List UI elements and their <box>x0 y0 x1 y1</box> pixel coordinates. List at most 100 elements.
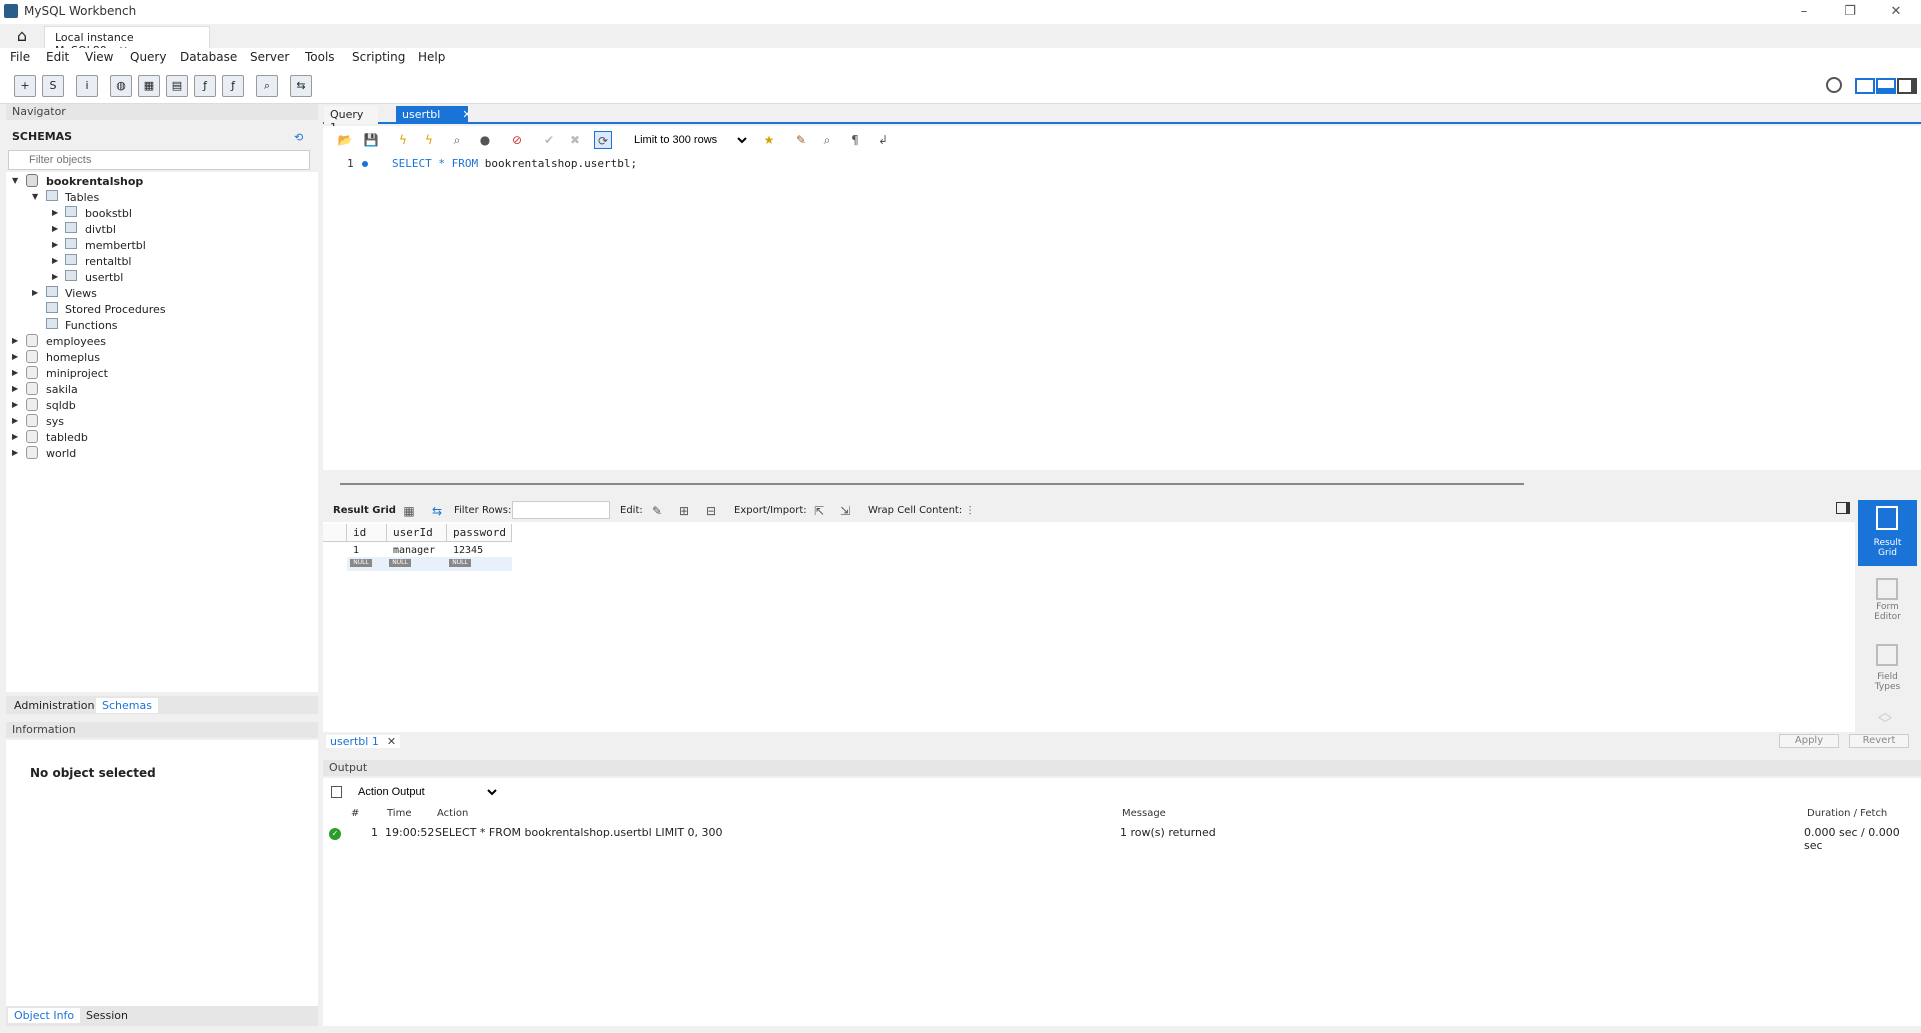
open-file-icon[interactable]: 📂 <box>336 131 354 149</box>
minimize-button[interactable]: – <box>1784 2 1824 22</box>
find-icon[interactable]: ⌕ <box>818 131 836 149</box>
close-button[interactable]: ✕ <box>1876 2 1916 22</box>
collapsed-arrow-icon[interactable]: ▶ <box>12 353 20 361</box>
delete-row-icon[interactable]: ⊟ <box>702 502 720 520</box>
menu-server[interactable]: Server <box>250 50 289 64</box>
export-icon[interactable]: ⇱ <box>810 502 828 520</box>
column-header-userid[interactable]: userId <box>387 524 447 542</box>
menu-scripting[interactable]: Scripting <box>352 50 405 64</box>
copy-icon[interactable] <box>331 786 342 798</box>
apply-button[interactable]: Apply <box>1779 734 1839 748</box>
open-sql-script-icon[interactable]: S <box>42 75 64 97</box>
execute-current-icon[interactable]: ϟ <box>420 131 438 149</box>
schema-world[interactable]: world <box>46 447 76 460</box>
toggle-panel-icon[interactable] <box>1836 502 1850 514</box>
collapsed-arrow-icon[interactable]: ▶ <box>12 385 20 393</box>
home-icon[interactable]: ⌂ <box>10 25 34 47</box>
menu-query[interactable]: Query <box>130 50 166 64</box>
schema-sys[interactable]: sys <box>46 415 64 428</box>
collapsed-arrow-icon[interactable]: ▶ <box>12 401 20 409</box>
sql-editor[interactable] <box>323 154 1921 470</box>
filter-objects-input[interactable] <box>8 150 310 170</box>
collapsed-arrow-icon[interactable]: ▶ <box>12 337 20 345</box>
tab-usertbl[interactable]: usertbl ✕ <box>396 106 472 124</box>
close-icon[interactable]: ✕ <box>387 735 396 748</box>
schema-homeplus[interactable]: homeplus <box>46 351 100 364</box>
collapsed-arrow-icon[interactable]: ▶ <box>52 257 60 265</box>
collapsed-arrow-icon[interactable]: ▶ <box>12 433 20 441</box>
column-header-password[interactable]: password <box>447 524 512 542</box>
tab-query-1[interactable]: Query 1 <box>324 106 378 134</box>
toggle-error-icon[interactable]: ⊘ <box>508 131 526 149</box>
edit-row-icon[interactable]: ✎ <box>648 502 666 520</box>
schema-sqldb[interactable]: sqldb <box>46 399 76 412</box>
toggle-sidebar-icon[interactable] <box>1855 78 1875 94</box>
new-sql-tab-icon[interactable]: + <box>14 75 36 97</box>
menu-file[interactable]: File <box>10 50 30 64</box>
expanded-arrow-icon[interactable]: ▼ <box>12 177 20 185</box>
tab-object-info[interactable]: Object Info <box>8 1008 81 1023</box>
table-membertbl[interactable]: membertbl <box>85 239 146 252</box>
refresh-icon[interactable]: ⟲ <box>294 131 303 144</box>
views-folder[interactable]: Views <box>65 287 97 300</box>
close-icon[interactable]: ✕ <box>462 108 471 121</box>
collapsed-arrow-icon[interactable]: ▶ <box>12 449 20 457</box>
schema-miniproject[interactable]: miniproject <box>46 367 108 380</box>
output-row-action[interactable]: SELECT * FROM bookrentalshop.usertbl LIM… <box>435 826 723 839</box>
menu-edit[interactable]: Edit <box>46 50 69 64</box>
collapsed-arrow-icon[interactable]: ▶ <box>52 225 60 233</box>
scroll-down-icon[interactable]: ﹀ <box>1878 714 1892 734</box>
commit-icon[interactable]: ✔ <box>540 131 558 149</box>
rollback-icon[interactable]: ✖ <box>566 131 584 149</box>
menu-help[interactable]: Help <box>418 50 445 64</box>
wrap-lines-icon[interactable]: ↲ <box>874 131 892 149</box>
beautify-icon[interactable]: ✎ <box>792 131 810 149</box>
menu-tools[interactable]: Tools <box>305 50 335 64</box>
table-rentaltbl[interactable]: rentaltbl <box>85 255 131 268</box>
sql-statement[interactable]: SELECT * FROM bookrentalshop.usertbl; <box>392 157 637 170</box>
collapsed-arrow-icon[interactable]: ▶ <box>32 289 40 297</box>
search-table-data-icon[interactable]: ⌕ <box>256 75 278 97</box>
autocommit-icon[interactable]: ⟳ <box>594 131 612 149</box>
insert-row-icon[interactable]: ⊞ <box>675 502 693 520</box>
filter-rows-input[interactable] <box>512 501 610 519</box>
tab-schemas[interactable]: Schemas <box>96 698 158 713</box>
collapsed-arrow-icon[interactable]: ▶ <box>12 369 20 377</box>
limit-rows-select[interactable]: Limit to 300 rows <box>626 131 750 149</box>
settings-icon[interactable] <box>1826 77 1842 93</box>
create-schema-icon[interactable]: ◍ <box>110 75 132 97</box>
tab-administration[interactable]: Administration <box>8 698 101 713</box>
restore-button[interactable]: ❐ <box>1830 2 1870 22</box>
import-icon[interactable]: ⇲ <box>836 502 854 520</box>
create-function-icon[interactable]: ƒ <box>222 75 244 97</box>
create-view-icon[interactable]: ▤ <box>166 75 188 97</box>
collapsed-arrow-icon[interactable]: ▶ <box>52 241 60 249</box>
expanded-arrow-icon[interactable]: ▼ <box>32 193 40 201</box>
table-bookstbl[interactable]: bookstbl <box>85 207 132 220</box>
refresh-results-icon[interactable]: ⇆ <box>428 502 446 520</box>
toggle-secondary-sidebar-icon[interactable] <box>1897 78 1917 94</box>
menu-database[interactable]: Database <box>180 50 237 64</box>
explain-icon[interactable]: ⌕ <box>448 131 466 149</box>
create-table-icon[interactable]: ▦ <box>138 75 160 97</box>
save-icon[interactable]: 💾 <box>362 131 380 149</box>
functions-folder[interactable]: Functions <box>65 319 118 332</box>
wrap-cell-icon[interactable]: ⫶ <box>961 502 979 520</box>
table-divtbl[interactable]: divtbl <box>85 223 116 236</box>
table-usertbl[interactable]: usertbl <box>85 271 123 284</box>
stop-icon[interactable]: ● <box>476 131 494 149</box>
execute-icon[interactable]: ϟ <box>394 131 412 149</box>
tables-folder[interactable]: Tables <box>65 191 99 204</box>
revert-button[interactable]: Revert <box>1849 734 1909 748</box>
schema-tabledb[interactable]: tabledb <box>46 431 88 444</box>
reconnect-icon[interactable]: ⇆ <box>290 75 312 97</box>
invisible-chars-icon[interactable]: ¶ <box>846 131 864 149</box>
tab-usertbl-1[interactable]: usertbl 1 ✕ <box>326 735 401 748</box>
tab-session[interactable]: Session <box>80 1008 134 1023</box>
create-procedure-icon[interactable]: ƒ <box>194 75 216 97</box>
menu-view[interactable]: View <box>85 50 113 64</box>
output-type-select[interactable]: Action Output <box>350 783 500 801</box>
column-header-id[interactable]: id <box>347 524 387 542</box>
collapsed-arrow-icon[interactable]: ▶ <box>52 209 60 217</box>
connection-tab[interactable]: Local instance MySQL80✕ <box>44 26 210 57</box>
